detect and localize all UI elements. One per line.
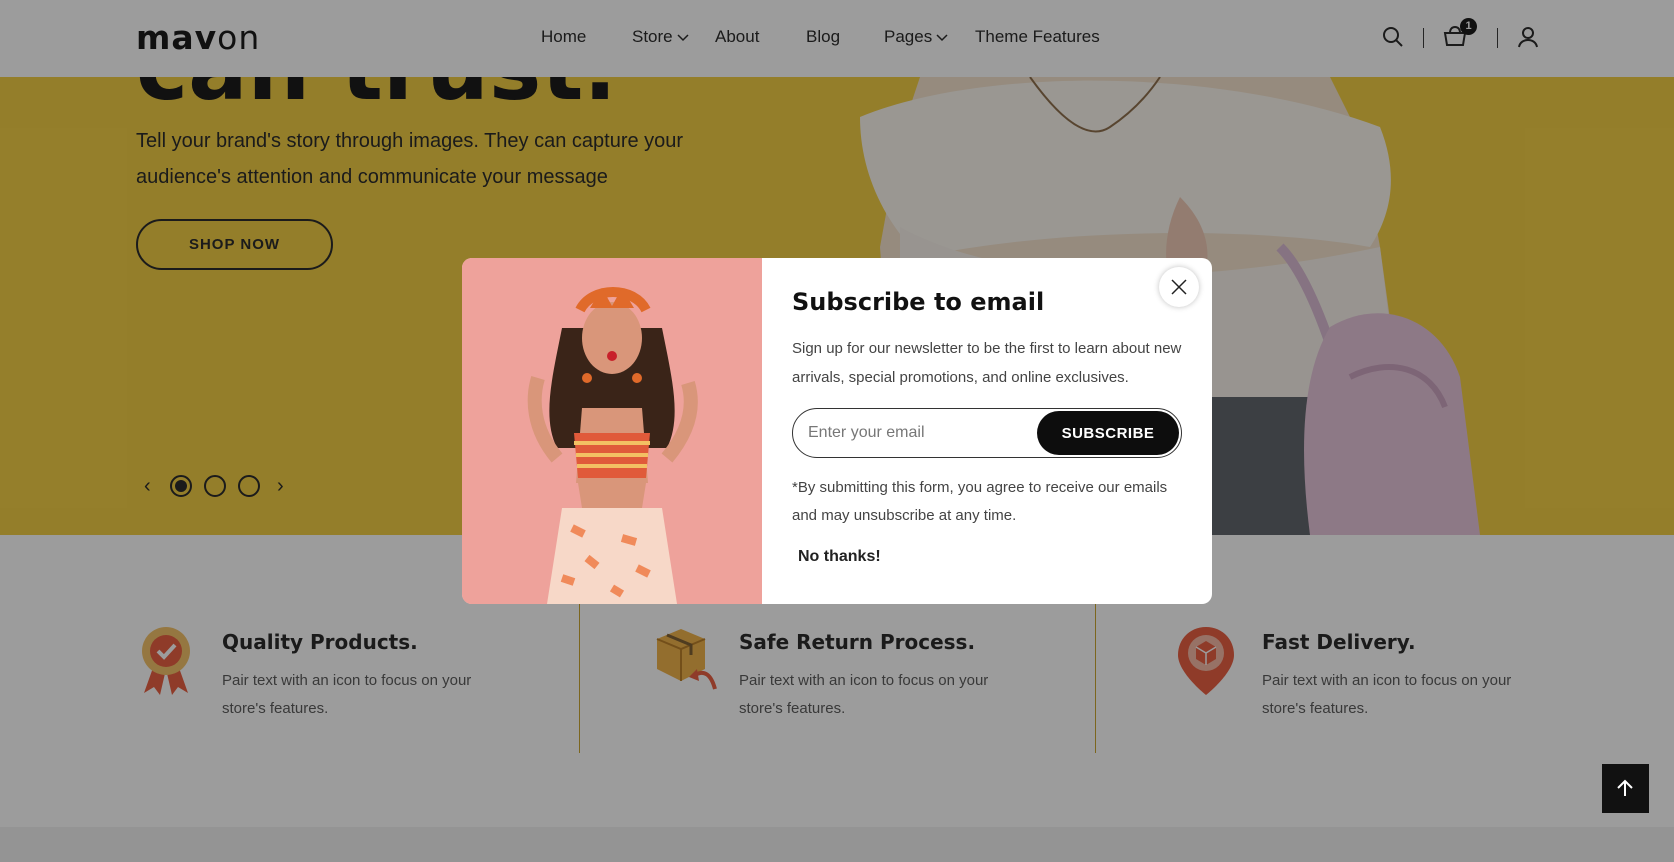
email-input[interactable]	[808, 419, 1028, 447]
popup-consent-note: *By submitting this form, you agree to r…	[792, 479, 1168, 524]
newsletter-form: SUBSCRIBE	[792, 408, 1182, 458]
no-thanks-link[interactable]: No thanks!	[798, 548, 881, 566]
popup-title: Subscribe to email	[792, 288, 1045, 316]
newsletter-popup: Subscribe to email Sign up for our newsl…	[462, 258, 1212, 604]
popup-model-image	[462, 258, 762, 604]
close-button[interactable]	[1159, 267, 1199, 307]
close-icon	[1171, 279, 1187, 295]
subscribe-button[interactable]: SUBSCRIBE	[1037, 411, 1179, 455]
arrow-up-icon	[1617, 779, 1633, 796]
scroll-to-top-button[interactable]	[1602, 764, 1649, 813]
popup-description: Sign up for our newsletter to be the fir…	[792, 340, 1182, 386]
